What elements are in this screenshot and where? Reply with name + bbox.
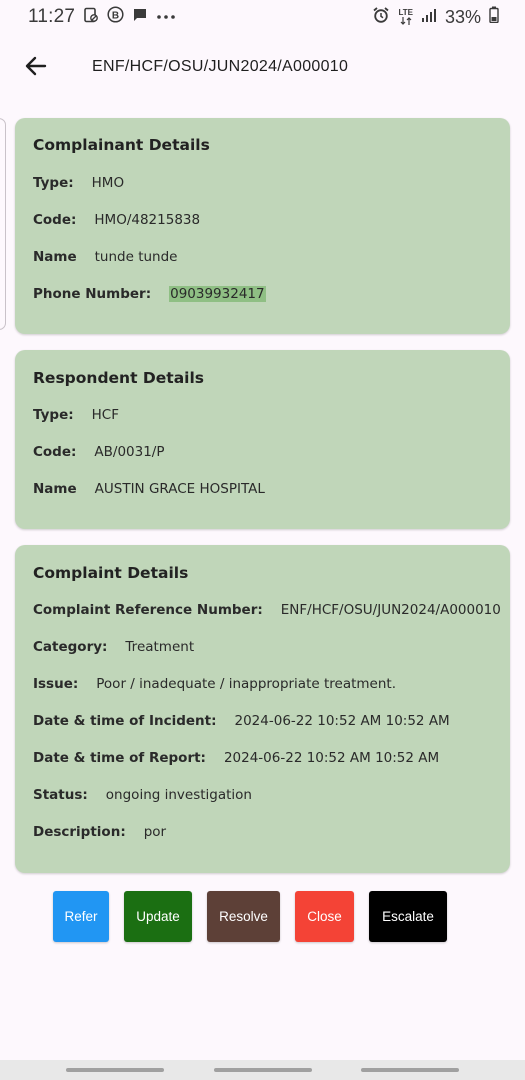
complainant-title: Complainant Details [33, 136, 210, 154]
respondent-code-label: Code: [33, 444, 77, 460]
battery-percent: 33% [444, 6, 481, 27]
complainant-name-label: Name [33, 249, 77, 265]
complainant-code-row: Code: HMO/48215838 [33, 212, 200, 228]
complaint-report-value: 2024-06-22 10:52 AM 10:52 AM [223, 750, 440, 766]
complainant-card: Complainant Details Type: HMO Code: HMO/48… [15, 118, 510, 334]
complaint-ref-value: ENF/HCF/OSU/JUN2024/A000010 [280, 602, 501, 618]
message-icon [132, 7, 148, 28]
nav-recent-handle[interactable] [66, 1068, 164, 1072]
silent-phone-icon [83, 7, 99, 28]
respondent-name-row: Name AUSTIN GRACE HOSPITAL [33, 481, 265, 497]
arrow-left-icon [23, 53, 49, 83]
battery-icon [489, 6, 499, 28]
back-button[interactable] [22, 54, 50, 82]
system-nav-bar [0, 1060, 525, 1080]
complaint-description-label: Description: [33, 824, 126, 840]
complaint-incident-label: Date & time of Incident: [33, 713, 217, 729]
more-dots-icon [156, 8, 176, 26]
respondent-type-row: Type: HCF [33, 407, 119, 423]
signal-icon [421, 7, 437, 28]
complainant-name-value: tunde tunde [94, 249, 178, 265]
complainant-type-row: Type: HMO [33, 175, 124, 191]
complaint-category-value: Treatment [125, 639, 195, 655]
complaint-status-value: ongoing investigation [105, 787, 252, 803]
complaint-issue-value: Poor / inadequate / inappropriate treatm… [96, 676, 396, 692]
action-buttons: Refer Update Resolve Close Escalate [53, 891, 447, 942]
complainant-name-row: Name tunde tunde [33, 249, 178, 265]
complaint-description-value: por [143, 824, 167, 840]
complaint-issue-label: Issue: [33, 676, 79, 692]
complaint-incident-value: 2024-06-22 10:52 AM 10:52 AM [234, 713, 450, 729]
respondent-code-value: AB/0031/P [94, 444, 165, 460]
complainant-type-label: Type: [33, 175, 74, 191]
respondent-card: Respondent Details Type: HCF Code: AB/0031… [15, 350, 510, 529]
complaint-incident-row: Date & time of Incident: 2024-06-22 10:52… [33, 713, 450, 729]
complaint-title: Complaint Details [33, 564, 189, 582]
escalate-button[interactable]: Escalate [369, 891, 447, 942]
complainant-phone-label: Phone Number: [33, 286, 152, 302]
status-time: 11:27 [28, 6, 76, 27]
complainant-code-label: Code: [33, 212, 77, 228]
alarm-icon [372, 6, 390, 29]
respondent-type-value: HCF [91, 407, 119, 423]
app-bar: ENF/HCF/OSU/JUN2024/A000010 [0, 34, 525, 102]
lte-label: LTE [398, 8, 413, 17]
complaint-card: Complaint Details Complaint Reference Nu… [15, 545, 510, 873]
complaint-ref-row: Complaint Reference Number: ENF/HCF/OSU/J… [33, 602, 501, 618]
respondent-type-label: Type: [33, 407, 74, 423]
b-badge-icon: B [107, 6, 124, 28]
complaint-status-row: Status: ongoing investigation [33, 787, 252, 803]
nav-home-handle[interactable] [214, 1068, 312, 1072]
complaint-report-label: Date & time of Report: [33, 750, 206, 766]
status-bar: 11:27 B LTE 33% [0, 0, 525, 34]
respondent-title: Respondent Details [33, 369, 204, 387]
close-button[interactable]: Close [295, 891, 354, 942]
complainant-phone-row: Phone Number: 09039932417 [33, 286, 266, 302]
nav-back-handle[interactable] [361, 1068, 459, 1072]
complaint-category-label: Category: [33, 639, 108, 655]
respondent-name-label: Name [33, 481, 77, 497]
complainant-code-value: HMO/48215838 [94, 212, 201, 228]
complaint-issue-row: Issue: Poor / inadequate / inappropriate … [33, 676, 396, 692]
resolve-button[interactable]: Resolve [207, 891, 280, 942]
complaint-description-row: Description: por [33, 824, 166, 840]
respondent-name-value: AUSTIN GRACE HOSPITAL [94, 481, 265, 497]
complaint-report-row: Date & time of Report: 2024-06-22 10:52 A… [33, 750, 439, 766]
complaint-category-row: Category: Treatment [33, 639, 194, 655]
previous-card-edge [0, 118, 6, 330]
update-button[interactable]: Update [124, 891, 192, 942]
lte-icon: LTE [398, 9, 413, 25]
refer-button[interactable]: Refer [53, 891, 109, 942]
svg-text:B: B [112, 10, 119, 21]
complainant-phone-value[interactable]: 09039932417 [169, 286, 266, 302]
respondent-code-row: Code: AB/0031/P [33, 444, 165, 460]
complaint-ref-label: Complaint Reference Number: [33, 602, 263, 618]
complainant-type-value: HMO [91, 175, 125, 191]
complaint-status-label: Status: [33, 787, 88, 803]
page-title: ENF/HCF/OSU/JUN2024/A000010 [92, 58, 349, 75]
